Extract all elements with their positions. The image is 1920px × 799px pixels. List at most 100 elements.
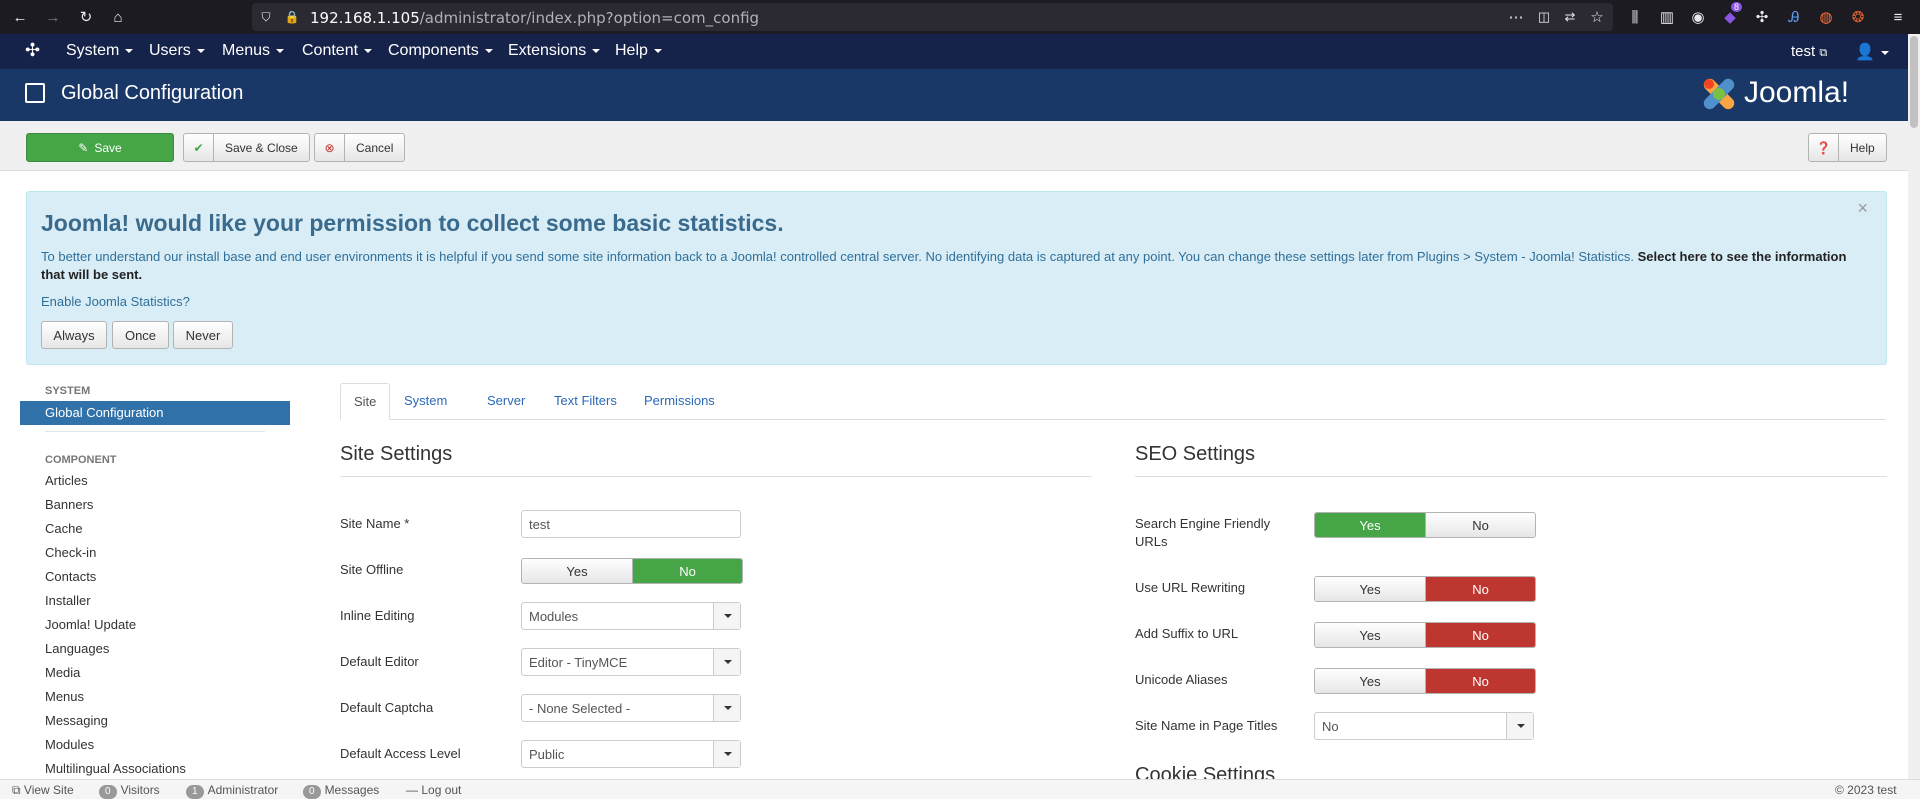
reload-icon[interactable]: ↻ bbox=[76, 7, 96, 27]
joomla-brand-logo bbox=[1700, 75, 1738, 113]
url-suffix-yes[interactable]: Yes bbox=[1315, 623, 1425, 647]
unicode-aliases-no[interactable]: No bbox=[1425, 669, 1535, 693]
url-suffix-no[interactable]: No bbox=[1425, 623, 1535, 647]
more-icon[interactable]: ⋯ bbox=[1506, 7, 1526, 27]
sidebar-item-installer[interactable]: Installer bbox=[20, 589, 290, 613]
joomla-logo-icon[interactable]: ✣ bbox=[25, 40, 40, 61]
url-suffix-label: Add Suffix to URL bbox=[1135, 626, 1239, 641]
page-scrollbar[interactable] bbox=[1908, 34, 1920, 779]
menu-system[interactable]: System bbox=[66, 42, 134, 60]
menu-content[interactable]: Content bbox=[302, 42, 373, 60]
config-icon bbox=[25, 83, 45, 103]
extension-badge: 8 bbox=[1731, 2, 1743, 12]
menu-extensions[interactable]: Extensions bbox=[508, 42, 601, 60]
menu-components[interactable]: Components bbox=[388, 42, 493, 60]
cancel-icon: ⊗ bbox=[315, 134, 345, 161]
default-captcha-select[interactable]: - None Selected - bbox=[521, 694, 741, 722]
site-offline-yes[interactable]: Yes bbox=[522, 559, 632, 583]
library-icon[interactable]: ⫼ bbox=[1625, 7, 1645, 27]
puzzle-icon[interactable]: ✣ bbox=[1752, 7, 1772, 27]
menu-icon[interactable]: ≡ bbox=[1888, 7, 1908, 27]
sidebar-item-messaging[interactable]: Messaging bbox=[20, 709, 290, 733]
sef-urls-yes[interactable]: Yes bbox=[1315, 513, 1425, 537]
help-button[interactable]: ❓ Help bbox=[1808, 133, 1887, 162]
tab-site[interactable]: Site bbox=[340, 383, 391, 420]
unicode-aliases-yes[interactable]: Yes bbox=[1315, 669, 1425, 693]
sidebar-item-modules[interactable]: Modules bbox=[20, 733, 290, 757]
page-titles-label: Site Name in Page Titles bbox=[1135, 718, 1278, 733]
addon-icon[interactable]: ❂ bbox=[1848, 7, 1868, 27]
sidebar-item-global-configuration[interactable]: Global Configuration bbox=[20, 401, 290, 425]
sidebar-item-cache[interactable]: Cache bbox=[20, 517, 290, 541]
menu-menus[interactable]: Menus bbox=[222, 42, 285, 60]
sidebar-item-articles[interactable]: Articles bbox=[20, 469, 290, 493]
sidebar-item-multilingual-associations[interactable]: Multilingual Associations bbox=[20, 757, 290, 781]
menu-help[interactable]: Help bbox=[615, 42, 662, 60]
url-path: /administrator/index.php?option=com_conf… bbox=[419, 9, 760, 27]
toolbar: ✎ Save ✔ Save & Close ⊗ Cancel ❓ Help bbox=[0, 121, 1908, 171]
browser-toolbar: ← → ↻ ⌂ ⛉ 🔒 192.168.1.105/administrator/… bbox=[0, 0, 1920, 34]
site-offline-no[interactable]: No bbox=[632, 559, 742, 583]
url-suffix-toggle[interactable]: Yes No bbox=[1314, 622, 1536, 648]
cancel-button[interactable]: ⊗ Cancel bbox=[314, 133, 406, 162]
inline-editing-select[interactable]: Modules bbox=[521, 602, 741, 630]
once-button[interactable]: Once bbox=[112, 321, 169, 349]
chevron-down-icon bbox=[713, 603, 740, 629]
default-editor-select[interactable]: Editor - TinyMCE bbox=[521, 648, 741, 676]
shield-icon: ⛉ bbox=[261, 9, 271, 24]
sidebar-item-joomla-update[interactable]: Joomla! Update bbox=[20, 613, 290, 637]
translate-icon[interactable]: ⇄ bbox=[1560, 7, 1580, 27]
address-bar[interactable]: ⛉ 🔒 192.168.1.105/administrator/index.ph… bbox=[252, 3, 1613, 31]
default-access-select[interactable]: Public bbox=[521, 740, 741, 768]
tab-server[interactable]: Server bbox=[474, 383, 538, 420]
site-name-input[interactable]: test bbox=[521, 510, 741, 538]
url-rewriting-no[interactable]: No bbox=[1425, 577, 1535, 601]
sidebar-item-contacts[interactable]: Contacts bbox=[20, 565, 290, 589]
home-icon[interactable]: ⌂ bbox=[108, 7, 128, 27]
alert-text: To better understand our install base an… bbox=[41, 249, 1847, 282]
edit-icon: ✎ bbox=[78, 140, 89, 155]
administrator-status: 1 Administrator bbox=[186, 783, 278, 799]
page-titles-select[interactable]: No bbox=[1314, 712, 1534, 740]
sidebar-item-languages[interactable]: Languages bbox=[20, 637, 290, 661]
always-button[interactable]: Always bbox=[41, 321, 107, 349]
url-rewriting-toggle[interactable]: Yes No bbox=[1314, 576, 1536, 602]
site-offline-toggle[interactable]: Yes No bbox=[521, 558, 743, 584]
menu-users[interactable]: Users bbox=[149, 42, 205, 60]
url-rewriting-yes[interactable]: Yes bbox=[1315, 577, 1425, 601]
tab-text-filters[interactable]: Text Filters bbox=[541, 383, 630, 420]
tab-system[interactable]: System bbox=[391, 383, 460, 420]
user-site-link[interactable]: test ⧉ bbox=[1791, 43, 1827, 60]
user-menu-icon[interactable]: 👤 bbox=[1855, 42, 1889, 62]
sidebar: SYSTEM Global Configuration COMPONENT Ar… bbox=[20, 385, 290, 781]
sidebar-icon[interactable]: ▥ bbox=[1657, 7, 1677, 27]
sidebar-item-check-in[interactable]: Check-in bbox=[20, 541, 290, 565]
translator-icon[interactable]: Ꭿ bbox=[1784, 7, 1804, 27]
view-site-link[interactable]: ⧉ View Site bbox=[12, 783, 74, 798]
sef-urls-no[interactable]: No bbox=[1425, 513, 1535, 537]
unicode-aliases-toggle[interactable]: Yes No bbox=[1314, 668, 1536, 694]
account-icon[interactable]: ◉ bbox=[1688, 7, 1708, 27]
close-icon[interactable]: × bbox=[1857, 198, 1868, 219]
visitors-status: 0 Visitors bbox=[99, 783, 160, 799]
statistics-alert: Joomla! would like your permission to co… bbox=[26, 191, 1887, 365]
forward-icon[interactable]: → bbox=[43, 7, 63, 27]
sidebar-item-banners[interactable]: Banners bbox=[20, 493, 290, 517]
alert-title: Joomla! would like your permission to co… bbox=[41, 210, 784, 236]
sidebar-item-menus[interactable]: Menus bbox=[20, 685, 290, 709]
never-button[interactable]: Never bbox=[173, 321, 233, 349]
sef-urls-toggle[interactable]: Yes No bbox=[1314, 512, 1536, 538]
tab-permissions[interactable]: Permissions bbox=[631, 383, 728, 420]
page-header: Global Configuration Joomla! bbox=[0, 69, 1908, 121]
logout-link[interactable]: — Log out bbox=[406, 783, 461, 797]
save-button[interactable]: ✎ Save bbox=[26, 133, 174, 162]
scrollbar-thumb[interactable] bbox=[1910, 36, 1918, 128]
save-close-button[interactable]: ✔ Save & Close bbox=[183, 133, 310, 162]
bookmark-star-icon[interactable]: ☆ bbox=[1587, 7, 1607, 27]
alert-question: Enable Joomla Statistics? bbox=[41, 294, 190, 309]
pocket-icon[interactable]: ◫ bbox=[1534, 7, 1554, 27]
firefox-icon[interactable]: ◍ bbox=[1816, 7, 1836, 27]
sidebar-item-media[interactable]: Media bbox=[20, 661, 290, 685]
back-icon[interactable]: ← bbox=[10, 7, 30, 27]
messages-link[interactable]: 0 Messages bbox=[303, 783, 379, 799]
